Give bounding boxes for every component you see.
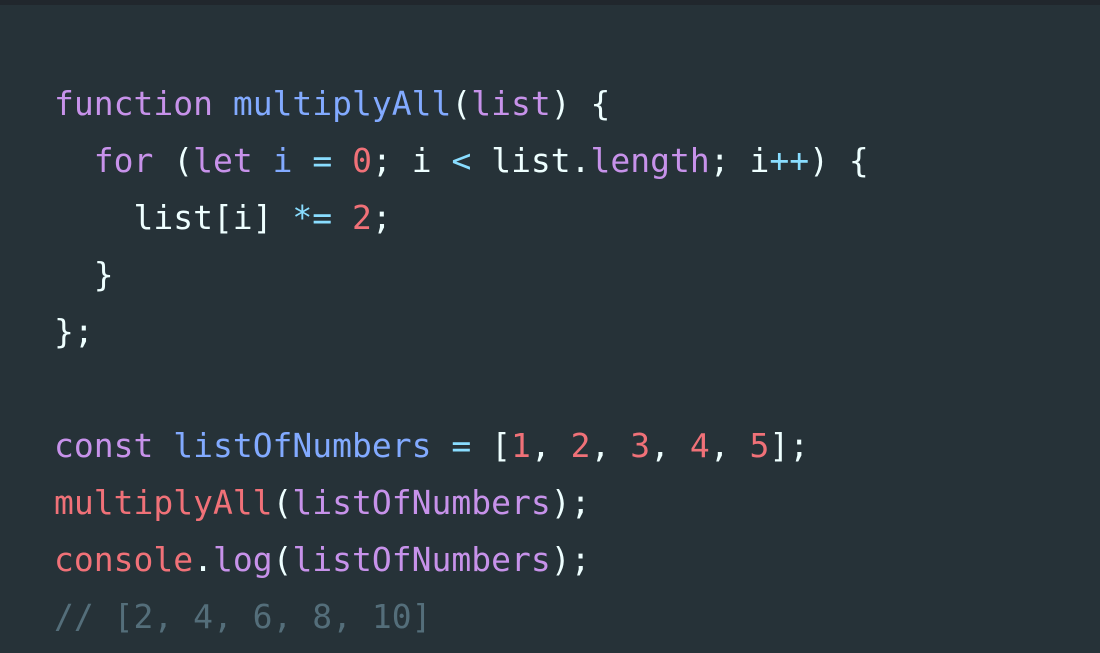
code-token-function: multiplyAll (232, 84, 452, 123)
code-token-punctuation: . (193, 540, 213, 579)
code-token-function: i (272, 141, 293, 180)
code-token-default (153, 426, 173, 465)
code-token-default: ; i (371, 141, 452, 180)
code-line: list[i] *= 2; (54, 189, 869, 246)
code-token-number: 4 (689, 426, 710, 465)
code-line: function multiplyAll(list) { (54, 75, 869, 132)
code-token-default (432, 426, 452, 465)
code-token-call: multiplyAll (54, 483, 273, 522)
code-token-default (253, 141, 273, 180)
code-token-operator: < (451, 141, 472, 180)
code-token-number: 3 (630, 426, 651, 465)
code-token-punctuation: , (590, 426, 631, 465)
code-token-punctuation: ); (550, 483, 591, 522)
code-token-punctuation: , (650, 426, 690, 465)
code-token-number: 2 (352, 198, 372, 237)
code-token-default: ; i (709, 141, 770, 180)
code-token-call: console (54, 540, 194, 579)
code-token-keyword: list (471, 84, 551, 123)
code-token-punctuation: ; (371, 198, 392, 237)
code-line: for (let i = 0; i < list.length; i++) { (54, 132, 869, 189)
code-line: }; (54, 303, 869, 360)
code-token-keyword: length (590, 141, 710, 180)
code-line: // [2, 4, 6, 8, 10] (54, 588, 869, 645)
code-token-punctuation: , (530, 426, 571, 465)
code-token-number: 1 (511, 426, 531, 465)
code-line: console.log(listOfNumbers); (54, 531, 869, 588)
code-token-punctuation: ]; (769, 426, 810, 465)
code-token-default: list[i] (54, 198, 293, 237)
code-token-operator: = (312, 141, 333, 180)
code-token-operator: *= (292, 198, 333, 237)
code-block[interactable]: function multiplyAll(list) { for (let i … (54, 75, 869, 645)
code-token-keyword: listOfNumbers (292, 483, 551, 522)
code-token-punctuation: ) { (809, 141, 869, 180)
code-token-default: list. (471, 141, 591, 180)
code-token-punctuation: ); (550, 540, 591, 579)
code-token-default (213, 84, 233, 123)
code-token-default (292, 141, 312, 180)
code-token-punctuation: [ (471, 426, 511, 465)
code-line: } (54, 246, 869, 303)
code-token-comment: // [2, 4, 6, 8, 10] (54, 597, 432, 636)
code-token-punctuation: ( (451, 84, 472, 123)
code-token-operator: ++ (769, 141, 810, 180)
code-token-number: 5 (749, 426, 770, 465)
code-token-default (332, 198, 352, 237)
code-token-operator: = (451, 426, 472, 465)
code-token-keyword: const (54, 426, 154, 465)
code-editor[interactable]: function multiplyAll(list) { for (let i … (0, 0, 1100, 653)
code-token-number: 0 (352, 141, 372, 180)
code-token-default (332, 141, 352, 180)
code-token-punctuation: , (709, 426, 750, 465)
code-line: multiplyAll(listOfNumbers); (54, 474, 869, 531)
code-token-punctuation: ( (153, 141, 194, 180)
code-token-punctuation: } (54, 255, 114, 294)
code-token-function: listOfNumbers (173, 426, 432, 465)
code-token-number: 2 (570, 426, 591, 465)
code-token-keyword: log (212, 540, 273, 579)
code-token-default (54, 141, 94, 180)
code-token-punctuation: }; (54, 312, 94, 351)
code-token-keyword: listOfNumbers (292, 540, 551, 579)
code-line: const listOfNumbers = [1, 2, 3, 4, 5]; (54, 417, 869, 474)
code-token-punctuation: ( (272, 483, 293, 522)
code-token-punctuation: ( (272, 540, 293, 579)
code-token-keyword: for (93, 141, 154, 180)
code-token-punctuation: ) { (550, 84, 611, 123)
code-token-keyword: function (54, 84, 213, 123)
code-token-keyword: let (193, 141, 253, 180)
